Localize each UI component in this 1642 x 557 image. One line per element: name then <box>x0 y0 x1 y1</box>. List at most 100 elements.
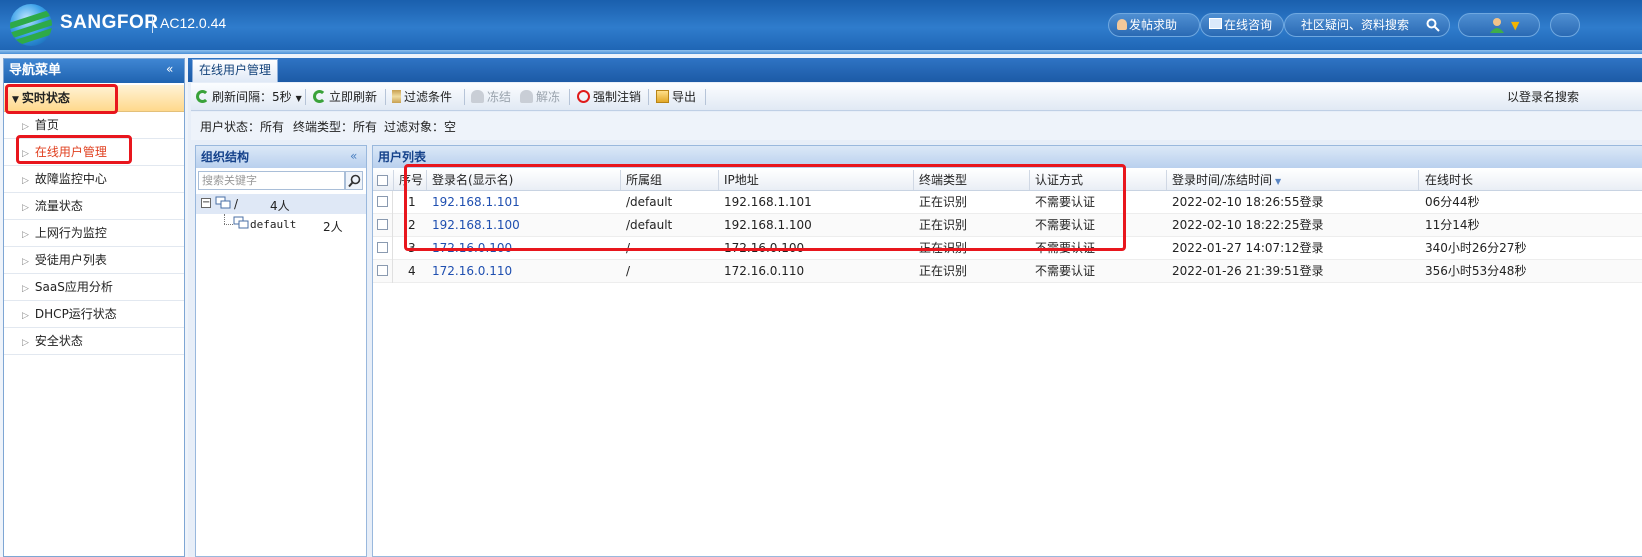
highlight-user-table <box>404 164 1126 251</box>
cell-no: 4 <box>408 264 416 278</box>
sidebar-title: 导航菜单 <box>4 59 184 83</box>
toolbar-separator <box>569 89 570 105</box>
sidebar-item-behavior-monitor[interactable]: ▷ 上网行为监控 <box>4 220 184 247</box>
unfreeze-button[interactable]: 解冻 <box>520 88 560 106</box>
sidebar-collapse-icon[interactable]: « <box>166 62 173 76</box>
header-extra-button[interactable] <box>1550 13 1580 37</box>
org-collapse-icon[interactable]: « <box>350 149 357 163</box>
brand-separator <box>152 16 153 33</box>
caret-right-icon: ▷ <box>22 284 29 294</box>
refresh-now-label: 立即刷新 <box>329 90 378 104</box>
row-checkbox[interactable] <box>377 196 388 207</box>
caret-right-icon: ▷ <box>22 311 29 321</box>
filter-conditions-label: 过滤条件 <box>404 90 453 104</box>
export-icon <box>656 90 669 103</box>
export-button[interactable]: 导出 <box>656 88 696 106</box>
cell-duration: 11分14秒 <box>1425 218 1480 232</box>
tree-collapse-icon[interactable]: − <box>201 198 211 208</box>
filter-object-label: 过滤对象： <box>384 120 445 134</box>
cell-login-time: 2022-02-10 18:26:55登录 <box>1172 195 1324 209</box>
refresh-icon <box>313 90 326 103</box>
user-menu-button[interactable]: ▼ <box>1458 13 1540 37</box>
org-group-icon <box>233 216 249 229</box>
person-icon <box>1117 19 1127 30</box>
sidebar-item-dhcp-status[interactable]: ▷ DHCP运行状态 <box>4 301 184 328</box>
cell-login-link[interactable]: 172.16.0.110 <box>432 260 512 283</box>
sidebar-item-label: 首页 <box>34 118 59 132</box>
org-search-button[interactable] <box>345 171 363 190</box>
caret-right-icon: ▷ <box>22 122 29 132</box>
org-group-icon <box>215 196 231 209</box>
column-separator <box>1166 170 1167 190</box>
cell-duration: 06分44秒 <box>1425 195 1480 209</box>
force-logout-button[interactable]: 强制注销 <box>577 88 641 106</box>
caret-right-icon: ▷ <box>22 338 29 348</box>
community-search-input[interactable]: 社区疑问、资料搜索 <box>1284 13 1450 37</box>
hourglass-icon <box>392 90 401 103</box>
sidebar-item-label: 上网行为监控 <box>34 226 107 240</box>
sidebar-item-traffic-status[interactable]: ▷ 流量状态 <box>4 193 184 220</box>
cell-ip: 172.16.0.110 <box>724 264 805 278</box>
row-checkbox[interactable] <box>377 242 388 253</box>
cell-terminal: 正在识别 <box>919 264 968 278</box>
cell-login-time: 2022-02-10 18:22:25登录 <box>1172 218 1324 232</box>
org-search-input[interactable]: 搜索关键字 <box>198 171 345 190</box>
sidebar-item-label: DHCP运行状态 <box>34 307 117 321</box>
help-post-label: 发帖求助 <box>1129 18 1178 32</box>
search-icon <box>348 174 361 188</box>
sidebar-item-label: 流量状态 <box>34 199 83 213</box>
row-number-divider <box>392 191 393 283</box>
caret-right-icon: ▷ <box>22 176 29 186</box>
export-label: 导出 <box>672 90 697 104</box>
chevron-down-icon: ▼ <box>295 94 302 103</box>
highlight-realtime-status <box>5 84 118 114</box>
help-post-button[interactable]: 发帖求助 <box>1108 13 1200 37</box>
user-freeze-icon <box>471 90 484 103</box>
freeze-button[interactable]: 冻结 <box>471 88 511 106</box>
sidebar-item-label: SaaS应用分析 <box>34 280 113 294</box>
monitor-icon <box>1209 18 1222 29</box>
filter-user-status-value: 所有 <box>260 120 285 134</box>
filter-object-value: 空 <box>444 120 457 134</box>
sidebar-item-label: 安全状态 <box>34 334 83 348</box>
sidebar-item-security-status[interactable]: ▷ 安全状态 <box>4 328 184 355</box>
prohibit-icon <box>577 90 590 103</box>
refresh-now-button[interactable]: 立即刷新 <box>313 88 377 106</box>
row-checkbox[interactable] <box>377 265 388 276</box>
sidebar-item-restricted-users[interactable]: ▷ 受徒用户列表 <box>4 247 184 274</box>
highlight-online-users <box>16 135 132 164</box>
org-structure-title: 组织结构 <box>196 146 366 168</box>
filter-terminal-type-value: 所有 <box>353 120 378 134</box>
search-icon[interactable] <box>1426 18 1440 32</box>
column-separator <box>1418 170 1419 190</box>
filter-user-status: 用户状态：所有 <box>200 118 284 135</box>
force-logout-label: 强制注销 <box>593 90 642 104</box>
sidebar-item-label: 故障监控中心 <box>34 172 107 186</box>
sidebar-item-fault-monitor[interactable]: ▷ 故障监控中心 <box>4 166 184 193</box>
filter-conditions-button[interactable]: 过滤条件 <box>392 88 452 106</box>
online-consult-label: 在线咨询 <box>1224 18 1273 32</box>
freeze-label: 冻结 <box>487 90 512 104</box>
org-child-name[interactable]: default <box>250 218 296 231</box>
sangfor-logo-icon <box>10 4 52 46</box>
online-consult-button[interactable]: 在线咨询 <box>1200 13 1284 37</box>
column-header-online-duration[interactable]: 在线时长 <box>1425 169 1473 191</box>
cell-group: / <box>626 264 631 278</box>
column-header-login-time[interactable]: 登录时间/冻结时间 ▼ <box>1172 169 1281 191</box>
cell-duration: 356小时53分48秒 <box>1425 264 1527 278</box>
row-checkbox[interactable] <box>377 219 388 230</box>
column-separator <box>393 170 394 190</box>
header-divider <box>0 50 1642 54</box>
tab-online-users[interactable]: 在线用户管理 <box>192 59 278 82</box>
caret-right-icon: ▷ <box>22 257 29 267</box>
cell-duration: 340小时26分27秒 <box>1425 241 1527 255</box>
tree-connector <box>224 224 233 225</box>
refresh-interval-dropdown[interactable]: 刷新间隔：5秒 ▼ <box>196 88 302 106</box>
sidebar-item-saas-analysis[interactable]: ▷ SaaS应用分析 <box>4 274 184 301</box>
org-root-name[interactable]: / <box>234 197 238 211</box>
brand-name: SANGFOR <box>60 12 159 33</box>
version-label: AC12.0.44 <box>160 15 227 31</box>
select-all-checkbox[interactable] <box>377 175 388 186</box>
toolbar-separator <box>705 89 706 105</box>
unfreeze-label: 解冻 <box>536 90 561 104</box>
